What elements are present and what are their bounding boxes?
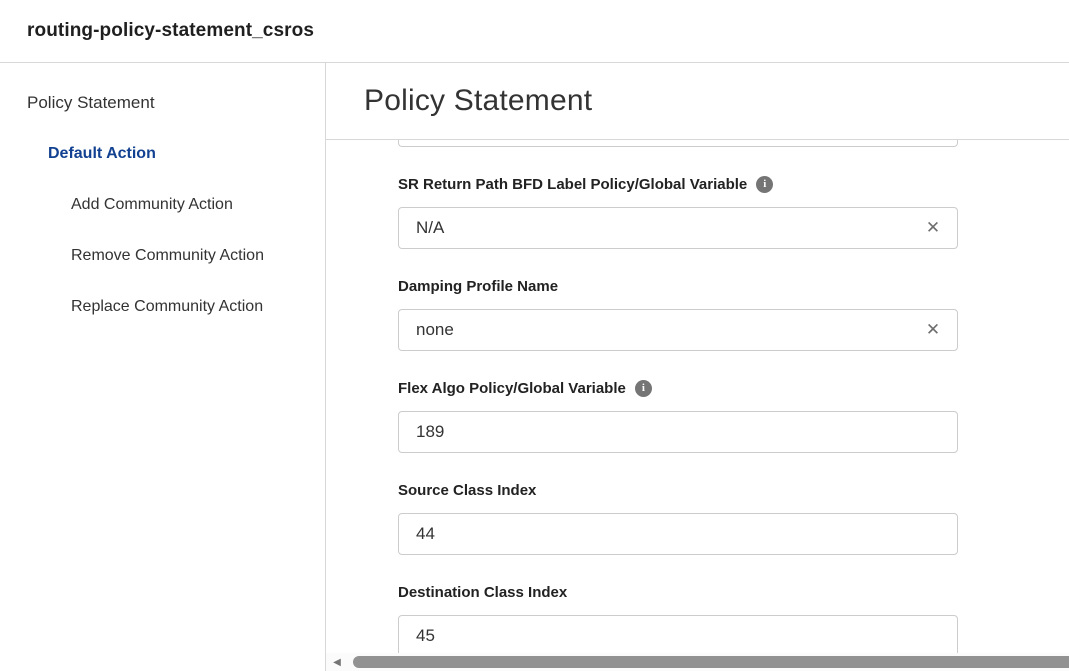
field-flex-algo-policy: Flex Algo Policy/Global Variable i xyxy=(398,378,958,453)
field-label-text: Damping Profile Name xyxy=(398,278,558,295)
sidebar-item-label: Add Community Action xyxy=(71,196,233,214)
sidebar-item-label: Policy Statement xyxy=(27,93,155,113)
main-panel: Policy Statement SR Return Path BFD Labe… xyxy=(326,63,1069,671)
flex-algo-policy-input[interactable] xyxy=(398,411,958,453)
field-label: Source Class Index xyxy=(398,480,958,500)
navigation-sidebar: Policy Statement Default Action Add Comm… xyxy=(0,63,326,671)
page-title: Policy Statement xyxy=(364,84,592,118)
scrollbar-thumb[interactable] xyxy=(353,656,1069,668)
field-source-class-index: Source Class Index xyxy=(398,480,958,555)
input-wrapper xyxy=(398,411,958,453)
horizontal-scrollbar[interactable]: ◀ xyxy=(326,653,1069,671)
sidebar-item-policy-statement[interactable]: Policy Statement xyxy=(0,77,325,128)
scroll-left-arrow-icon[interactable]: ◀ xyxy=(326,653,348,671)
clear-icon[interactable]: ✕ xyxy=(921,207,945,249)
form: SR Return Path BFD Label Policy/Global V… xyxy=(398,140,958,657)
title-bar: routing-policy-statement_csros xyxy=(0,0,1069,63)
form-scroll-area[interactable]: SR Return Path BFD Label Policy/Global V… xyxy=(326,140,1069,671)
field-label-text: SR Return Path BFD Label Policy/Global V… xyxy=(398,176,747,193)
field-sr-return-path-bfd-label: SR Return Path BFD Label Policy/Global V… xyxy=(398,174,958,249)
field-label: SR Return Path BFD Label Policy/Global V… xyxy=(398,174,958,194)
clear-icon[interactable]: ✕ xyxy=(921,309,945,351)
field-damping-profile-name: Damping Profile Name ✕ xyxy=(398,276,958,351)
sidebar-item-add-community-action[interactable]: Add Community Action xyxy=(0,179,325,230)
sidebar-item-label: Default Action xyxy=(48,145,156,163)
window-title: routing-policy-statement_csros xyxy=(27,20,314,42)
field-label-text: Destination Class Index xyxy=(398,584,567,601)
field-label-text: Source Class Index xyxy=(398,482,536,499)
sr-return-path-bfd-label-input[interactable] xyxy=(398,207,958,249)
input-wrapper xyxy=(398,615,958,657)
info-icon[interactable]: i xyxy=(756,176,773,193)
cutoff-input-field[interactable] xyxy=(398,140,958,147)
sidebar-item-label: Remove Community Action xyxy=(71,247,264,265)
content-header: Policy Statement xyxy=(326,63,1069,140)
info-icon[interactable]: i xyxy=(635,380,652,397)
input-wrapper: ✕ xyxy=(398,309,958,351)
damping-profile-name-input[interactable] xyxy=(398,309,958,351)
sidebar-item-default-action[interactable]: Default Action xyxy=(0,128,325,179)
destination-class-index-input[interactable] xyxy=(398,615,958,657)
input-wrapper: ✕ xyxy=(398,207,958,249)
field-label: Destination Class Index xyxy=(398,582,958,602)
field-label-text: Flex Algo Policy/Global Variable xyxy=(398,380,626,397)
field-label: Flex Algo Policy/Global Variable i xyxy=(398,378,958,398)
app-body: Policy Statement Default Action Add Comm… xyxy=(0,63,1069,671)
sidebar-item-replace-community-action[interactable]: Replace Community Action xyxy=(0,281,325,332)
source-class-index-input[interactable] xyxy=(398,513,958,555)
field-destination-class-index: Destination Class Index xyxy=(398,582,958,657)
app-window: routing-policy-statement_csros Policy St… xyxy=(0,0,1069,671)
field-label: Damping Profile Name xyxy=(398,276,958,296)
input-wrapper xyxy=(398,513,958,555)
sidebar-item-remove-community-action[interactable]: Remove Community Action xyxy=(0,230,325,281)
sidebar-item-label: Replace Community Action xyxy=(71,298,263,316)
